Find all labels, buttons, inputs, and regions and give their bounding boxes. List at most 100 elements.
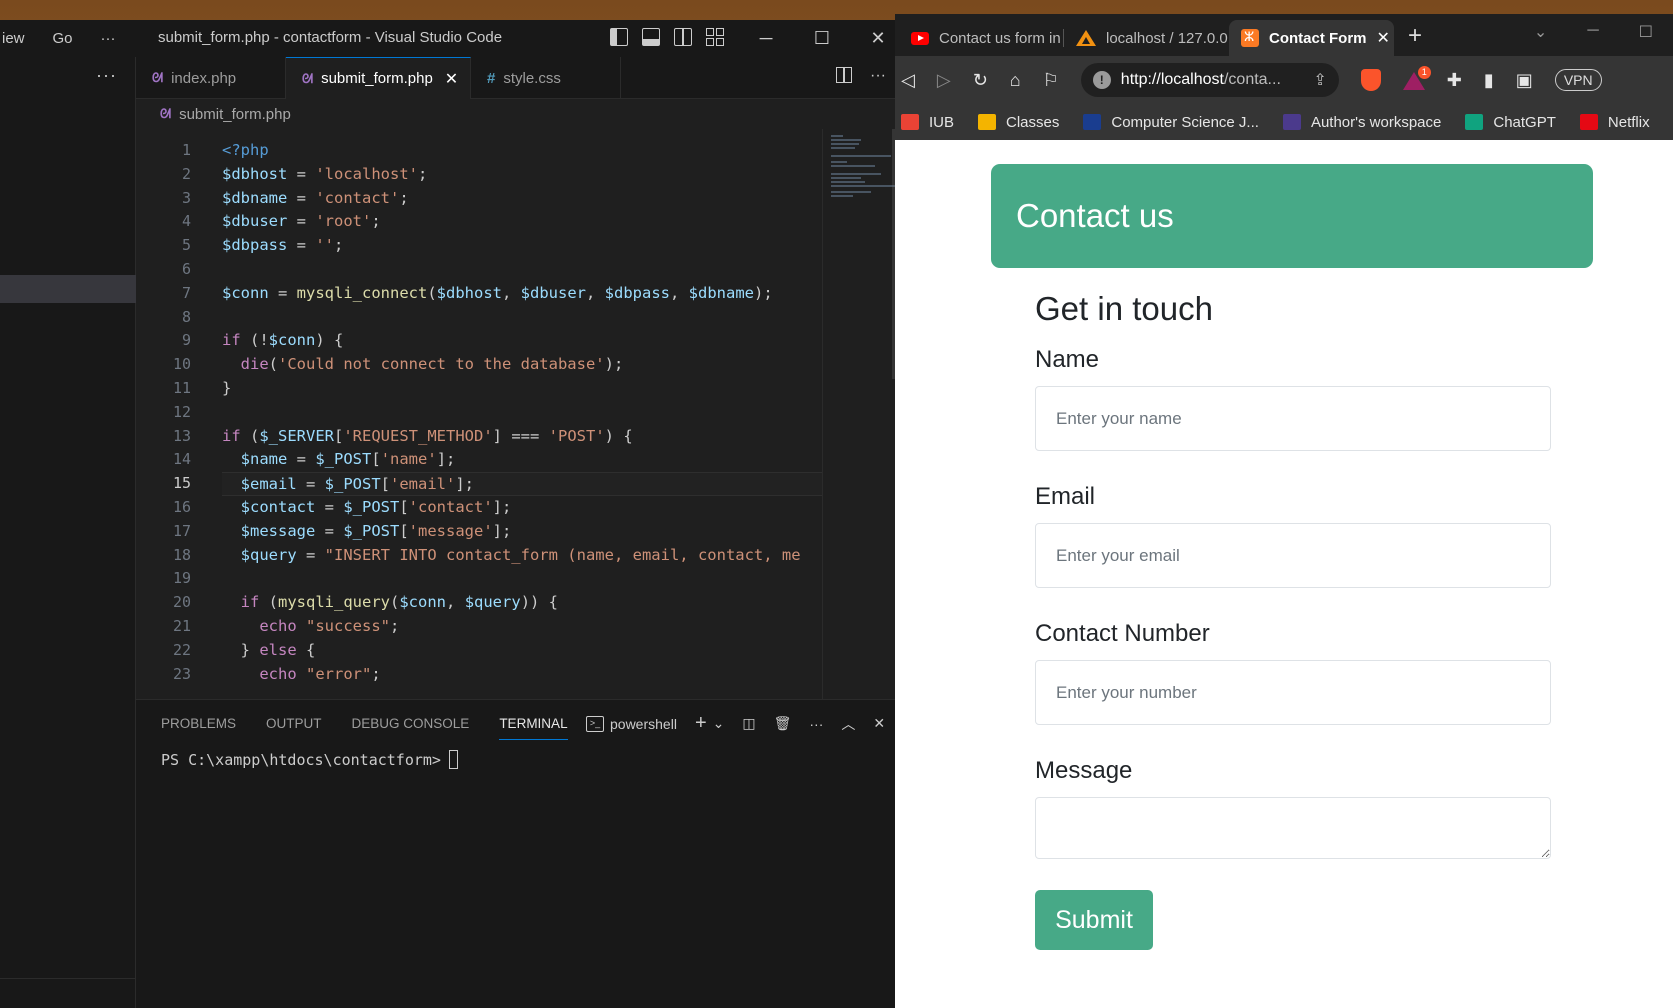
sidebar-more-icon[interactable]: ··· (96, 65, 117, 86)
browser-tab-youtube[interactable]: Contact us form in (899, 20, 1064, 56)
tab-index-php[interactable]: ᘛ index.php (136, 57, 286, 99)
browser-tab-phpmyadmin[interactable]: localhost / 127.0.0. (1064, 20, 1229, 56)
reload-icon[interactable]: ↻ (973, 70, 988, 91)
xampp-icon (1241, 29, 1259, 47)
selected-explorer-item[interactable] (0, 275, 136, 303)
toggle-secondary-sidebar-icon[interactable] (674, 28, 692, 46)
share-icon[interactable]: ⇪ (1313, 70, 1326, 90)
tab-submit-form-php[interactable]: ᘛ submit_form.php ✕ (286, 57, 471, 99)
toggle-panel-icon[interactable] (642, 28, 660, 46)
message-label: Message (1035, 757, 1133, 784)
code-line[interactable] (222, 306, 822, 330)
breadcrumb[interactable]: ᘛ submit_form.php (136, 99, 906, 129)
code-line[interactable]: echo "success"; (222, 615, 822, 639)
code-line[interactable]: } (222, 377, 822, 401)
vpn-button[interactable]: VPN (1554, 69, 1602, 91)
tab-style-css[interactable]: # style.css (471, 57, 621, 99)
submit-button[interactable]: Submit (1035, 890, 1153, 950)
message-field[interactable] (1035, 797, 1551, 859)
browser-tab-contact-form[interactable]: Contact Form ✕ (1229, 20, 1394, 56)
code-line[interactable]: if ($_SERVER['REQUEST_METHOD'] === 'POST… (222, 425, 822, 449)
sidebar-icon[interactable]: ▮ (1484, 70, 1494, 91)
code-line[interactable]: $name = $_POST['name']; (222, 448, 822, 472)
close-tab-icon[interactable]: ✕ (445, 69, 458, 89)
trash-icon[interactable]: 🗑 (774, 715, 792, 732)
code-area[interactable]: <?php $dbhost = 'localhost'; $dbname = 'co… (222, 139, 822, 686)
tab-debug-console[interactable]: DEBUG CONSOLE (352, 716, 470, 740)
terminal-profile[interactable]: >_ powershell (586, 715, 677, 732)
chevron-down-icon[interactable]: ⌄ (713, 715, 725, 732)
site-info-icon[interactable]: ! (1092, 71, 1111, 89)
editor-more-icon[interactable]: ··· (870, 67, 886, 85)
bookmark-item[interactable]: ChatGPT (1465, 114, 1556, 131)
customize-layout-icon[interactable] (706, 28, 724, 46)
tab-title: Contact Form (1269, 29, 1367, 47)
terminal-prompt-line[interactable]: PS C:\xampp\htdocs\contactform> (161, 750, 458, 769)
new-tab-icon[interactable]: + (1394, 22, 1436, 56)
tab-search-icon[interactable]: ⌄ (1534, 22, 1547, 42)
code-line[interactable]: die('Could not connect to the database')… (222, 353, 822, 377)
tab-terminal[interactable]: TERMINAL (499, 716, 568, 740)
bookmark-item[interactable]: Author's workspace (1282, 114, 1441, 131)
split-terminal-icon[interactable]: ◫ (742, 715, 755, 732)
bookmark-item[interactable]: Netflix (1579, 114, 1650, 131)
code-line[interactable]: $query = "INSERT INTO contact_form (name… (222, 544, 822, 568)
bookmark-label: ChatGPT (1493, 113, 1556, 131)
code-line[interactable]: $message = $_POST['message']; (222, 520, 822, 544)
maximize-icon[interactable]: ☐ (794, 20, 850, 57)
editor-tabs: ᘛ index.php ᘛ submit_form.php ✕ # style.… (136, 57, 906, 99)
php-icon: ᘛ (160, 106, 172, 121)
terminal-cursor (448, 750, 458, 769)
menu-go[interactable]: Go (51, 30, 75, 47)
wallet-icon[interactable]: ▣ (1516, 70, 1533, 91)
brave-rewards-icon[interactable]: 1 (1402, 66, 1431, 90)
code-line[interactable]: } else { (222, 639, 822, 663)
code-line[interactable]: $dbhost = 'localhost'; (222, 163, 822, 187)
code-line[interactable] (222, 258, 822, 282)
code-editor[interactable]: 1 2 3 4 5 6 7 8 9 10 11 12 13 14 15 16 17 18 19 20 21 22 23 <?… (136, 129, 906, 699)
bookmark-item[interactable]: Computer Science J... (1083, 114, 1259, 131)
tab-output[interactable]: OUTPUT (266, 716, 322, 740)
code-line[interactable]: $contact = $_POST['contact']; (222, 496, 822, 520)
bookmark-item[interactable]: Classes (978, 114, 1059, 131)
code-line[interactable]: $email = $_POST['email']; (222, 472, 822, 496)
email-field[interactable] (1035, 523, 1551, 588)
name-field[interactable] (1035, 386, 1551, 451)
menu-more[interactable]: ··· (99, 30, 118, 47)
forward-icon[interactable]: ▷ (937, 70, 951, 91)
maximize-panel-icon[interactable]: ︿ (841, 714, 855, 734)
code-line[interactable]: if (!$conn) { (222, 329, 822, 353)
menu-view[interactable]: iew (0, 30, 27, 47)
tab-label: submit_form.php (321, 70, 433, 87)
contact-number-field[interactable] (1035, 660, 1551, 725)
line-number: 19 (172, 569, 191, 588)
brave-shields-icon[interactable] (1360, 69, 1381, 91)
code-line[interactable] (222, 567, 822, 591)
bookmark-item[interactable]: IUB (901, 114, 954, 131)
extensions-icon[interactable]: ✚ (1447, 70, 1462, 91)
youtube-icon (911, 31, 929, 45)
toggle-sidebar-icon[interactable] (610, 28, 628, 46)
split-editor-icon[interactable] (836, 67, 853, 83)
new-terminal-icon[interactable]: + (695, 712, 707, 735)
close-tab-icon[interactable]: ✕ (1377, 28, 1390, 48)
code-line[interactable]: $dbname = 'contact'; (222, 187, 822, 211)
bookmark-icon[interactable]: ⚐ (1043, 70, 1059, 91)
minimize-icon[interactable]: ─ (1587, 22, 1598, 42)
minimize-icon[interactable]: ─ (738, 20, 794, 57)
maximize-icon[interactable]: ☐ (1639, 22, 1653, 42)
code-line[interactable]: if (mysqli_query($conn, $query)) { (222, 591, 822, 615)
code-line[interactable]: <?php (222, 139, 822, 163)
code-line[interactable]: $dbpass = ''; (222, 234, 822, 258)
page-header-title: Contact us (1016, 197, 1174, 234)
tab-problems[interactable]: PROBLEMS (161, 716, 236, 740)
home-icon[interactable]: ⌂ (1010, 70, 1021, 91)
code-line[interactable] (222, 401, 822, 425)
panel-more-icon[interactable]: ··· (809, 716, 823, 732)
code-line[interactable]: $conn = mysqli_connect($dbhost, $dbuser,… (222, 282, 822, 306)
close-panel-icon[interactable]: ✕ (873, 715, 885, 732)
code-line[interactable]: echo "error"; (222, 663, 822, 687)
back-icon[interactable]: ◁ (901, 70, 915, 91)
address-bar[interactable]: ! http://localhost/conta... ⇪ (1080, 63, 1339, 97)
code-line[interactable]: $dbuser = 'root'; (222, 210, 822, 234)
